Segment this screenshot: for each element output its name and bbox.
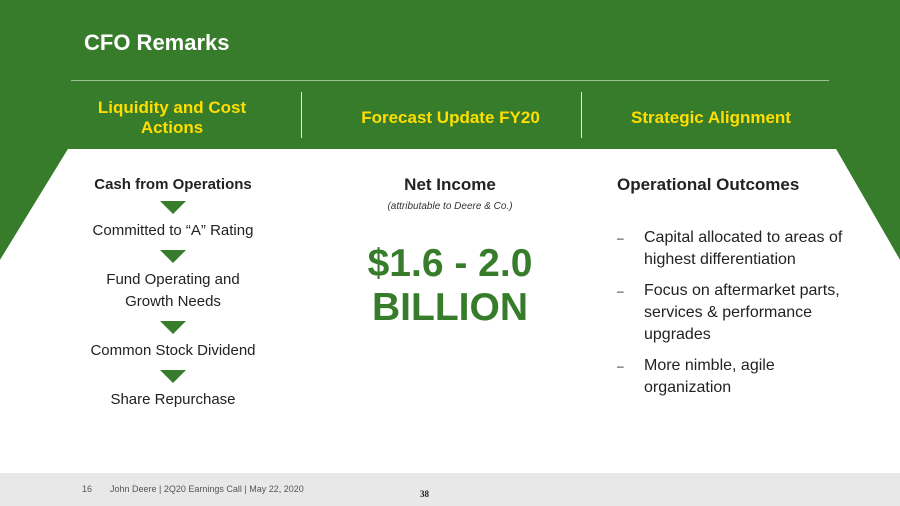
down-arrow-icon (160, 250, 186, 263)
footer-text: John Deere | 2Q20 Earnings Call | May 22… (110, 484, 304, 494)
cash-flow-heading: Cash from Operations (94, 176, 252, 193)
tab-separator (581, 92, 582, 138)
page-title: CFO Remarks (84, 30, 230, 55)
down-arrow-icon (160, 370, 186, 383)
bullet-marker: – (617, 359, 624, 373)
outcomes-list: – Capital allocated to areas of highest … (617, 227, 847, 399)
down-arrow-icon (160, 321, 186, 334)
tab-separator (301, 92, 302, 138)
tab-forecast-update: Forecast Update FY20 (361, 108, 540, 127)
list-item: – Focus on aftermarket parts, services &… (617, 280, 847, 346)
tab-liquidity-cost-actions: Liquidity and Cost Actions (97, 98, 247, 137)
outcomes-column: Operational Outcomes – Capital allocated… (617, 175, 847, 408)
flow-item: Committed to “A” Rating (92, 222, 254, 239)
bullet-marker: – (617, 231, 624, 245)
net-income-heading: Net Income (404, 175, 496, 194)
net-income-value: $1.6 - 2.0 BILLION (367, 242, 533, 329)
bullet-text: More nimble, agile organization (644, 357, 775, 396)
flow-item: Share Repurchase (110, 391, 236, 408)
net-income-column: Net Income (attributable to Deere & Co.)… (330, 175, 570, 330)
list-item: – Capital allocated to areas of highest … (617, 227, 847, 271)
cash-flow-column: Cash from Operations Committed to “A” Ra… (60, 176, 286, 411)
slide-number: 38 (420, 489, 429, 499)
tab-strategic-alignment: Strategic Alignment (631, 108, 791, 127)
flow-item: Common Stock Dividend (90, 342, 256, 359)
page-number: 16 (82, 484, 93, 494)
title-divider (71, 80, 829, 81)
flow-item: Fund Operating and Growth Needs (106, 271, 240, 310)
down-arrow-icon (160, 201, 186, 214)
bullet-text: Capital allocated to areas of highest di… (644, 229, 843, 268)
bullet-text: Focus on aftermarket parts, services & p… (644, 282, 840, 343)
footer: 16 John Deere | 2Q20 Earnings Call | May… (0, 473, 900, 506)
net-income-subheading: (attributable to Deere & Co.) (387, 201, 513, 212)
list-item: – More nimble, agile organization (617, 355, 847, 399)
outcomes-heading: Operational Outcomes (617, 175, 800, 194)
bullet-marker: – (617, 284, 624, 298)
